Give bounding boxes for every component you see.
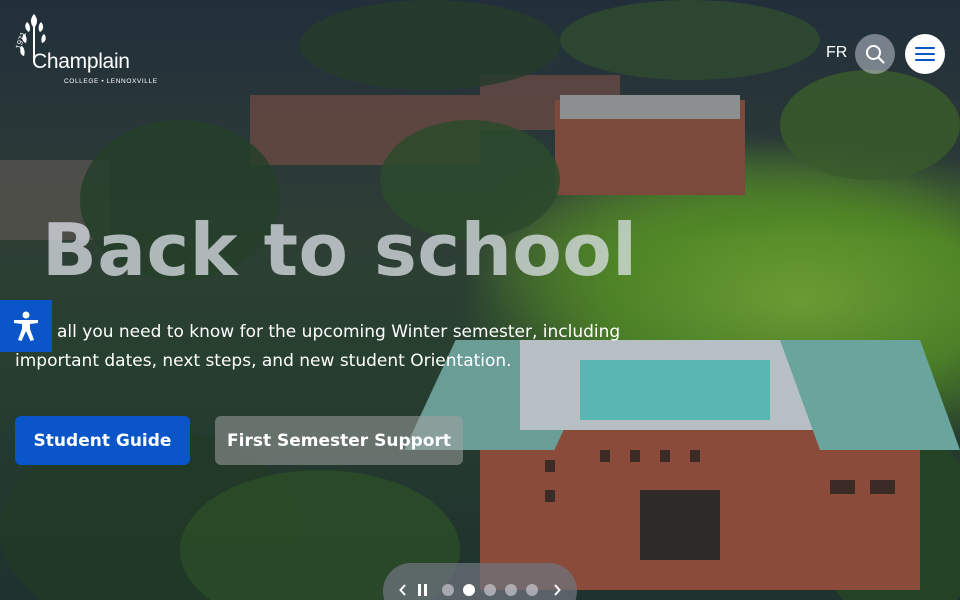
language-toggle-link[interactable]: FR xyxy=(826,44,847,62)
hero-description: all you need to know for the upcoming Wi… xyxy=(15,322,621,371)
pause-icon[interactable] xyxy=(418,584,428,596)
carousel-dot-2[interactable] xyxy=(463,584,475,596)
accessibility-icon xyxy=(14,311,38,341)
accessibility-button[interactable] xyxy=(0,300,52,352)
chevron-left-icon[interactable] xyxy=(399,584,407,596)
carousel-controls xyxy=(383,563,577,600)
carousel-dot-5[interactable] xyxy=(526,584,538,596)
carousel-dot-4[interactable] xyxy=(505,584,517,596)
first-semester-support-button[interactable]: First Semester Support xyxy=(215,416,463,465)
hamburger-menu-icon xyxy=(915,47,935,61)
carousel-dot-3[interactable] xyxy=(484,584,496,596)
logo-wordmark: Champlain xyxy=(32,50,130,73)
student-guide-button[interactable]: Student Guide xyxy=(15,416,190,465)
search-button[interactable] xyxy=(855,34,895,74)
carousel-dot-1[interactable] xyxy=(442,584,454,596)
search-icon xyxy=(866,45,885,64)
hero-title: Back to school xyxy=(42,208,638,292)
logo-subtitle: COLLEGE • LENNOXVILLE xyxy=(64,78,158,85)
chevron-right-icon[interactable] xyxy=(553,584,561,596)
champlain-college-logo[interactable]: 1971 Champlain COLLEGE • LENNOXVILLE xyxy=(14,12,164,85)
main-menu-button[interactable] xyxy=(905,34,945,74)
hero-background-image xyxy=(0,0,960,600)
